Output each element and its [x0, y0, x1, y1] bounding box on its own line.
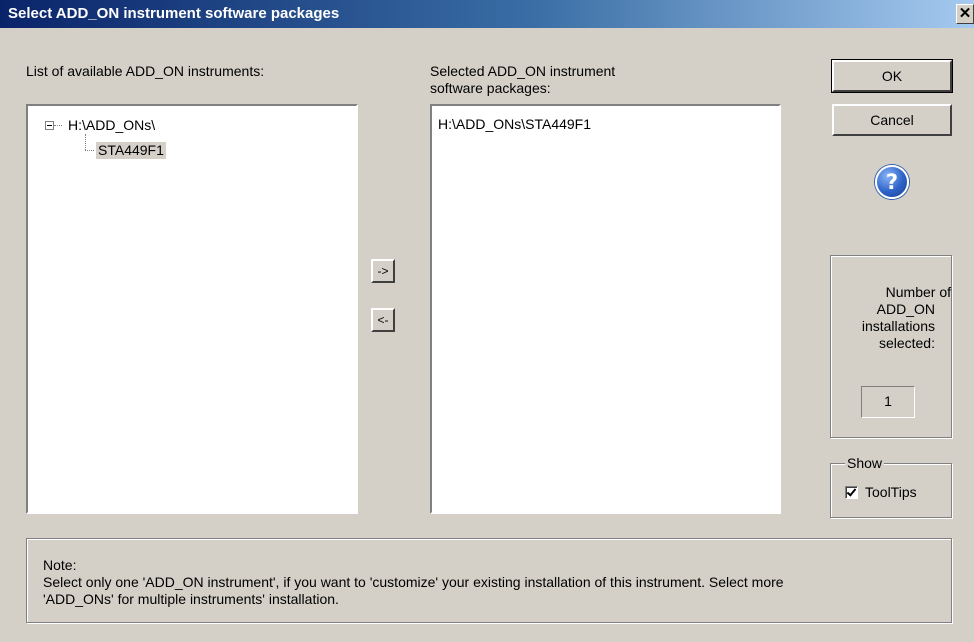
remove-from-selected-button[interactable]: <- — [371, 308, 395, 332]
ok-button[interactable]: OK — [831, 59, 953, 93]
window-title: Select ADD_ON instrument software packag… — [8, 5, 340, 22]
count-label-line1: Number of — [831, 284, 951, 301]
selected-count-value: 1 — [861, 386, 915, 418]
tree-root-node[interactable]: H:\ADD_ONs\ — [68, 117, 155, 134]
count-label-line1-text: Number of — [885, 284, 951, 300]
selected-list-label-line1: Selected ADD_ON instrument — [430, 63, 616, 79]
title-bar: Select ADD_ON instrument software packag… — [0, 0, 974, 28]
tree-child-node[interactable]: STA449F1 — [96, 142, 166, 159]
checkbox-checked-icon[interactable] — [845, 486, 858, 499]
count-label-line2: ADD_ON — [876, 301, 935, 317]
note-text-line1: Select only one 'ADD_ON instrument', if … — [43, 574, 784, 590]
available-list-label: List of available ADD_ON instruments: — [26, 63, 265, 79]
count-label-line3: installations — [861, 318, 935, 334]
cancel-button[interactable]: Cancel — [832, 104, 952, 136]
tooltips-checkbox-label[interactable]: ToolTips — [865, 484, 917, 501]
selected-count-panel: Number of ADD_ON installations selected:… — [830, 255, 952, 438]
help-question-icon[interactable]: ? — [875, 165, 909, 199]
tree-connector — [85, 134, 86, 150]
selected-list[interactable]: H:\ADD_ONs\STA449F1 — [430, 104, 781, 514]
add-to-selected-button[interactable]: -> — [371, 259, 395, 283]
tree-connector — [54, 125, 62, 126]
note-panel: Note: Select only one 'ADD_ON instrument… — [26, 538, 952, 623]
close-icon[interactable]: ✕ — [956, 4, 974, 24]
note-text-line2: 'ADD_ONs' for multiple instruments' inst… — [43, 591, 339, 607]
note-title: Note: — [43, 557, 77, 573]
available-tree[interactable]: H:\ADD_ONs\ STA449F1 — [26, 104, 358, 514]
tree-collapse-icon[interactable] — [45, 121, 54, 130]
selected-list-label-line2: software packages: — [430, 80, 551, 96]
tree-connector — [85, 150, 94, 151]
show-options-group: Show ToolTips — [830, 455, 952, 518]
count-label-line4: selected: — [878, 335, 935, 351]
show-group-label: Show — [845, 455, 885, 472]
list-item[interactable]: H:\ADD_ONs\STA449F1 — [438, 116, 591, 133]
